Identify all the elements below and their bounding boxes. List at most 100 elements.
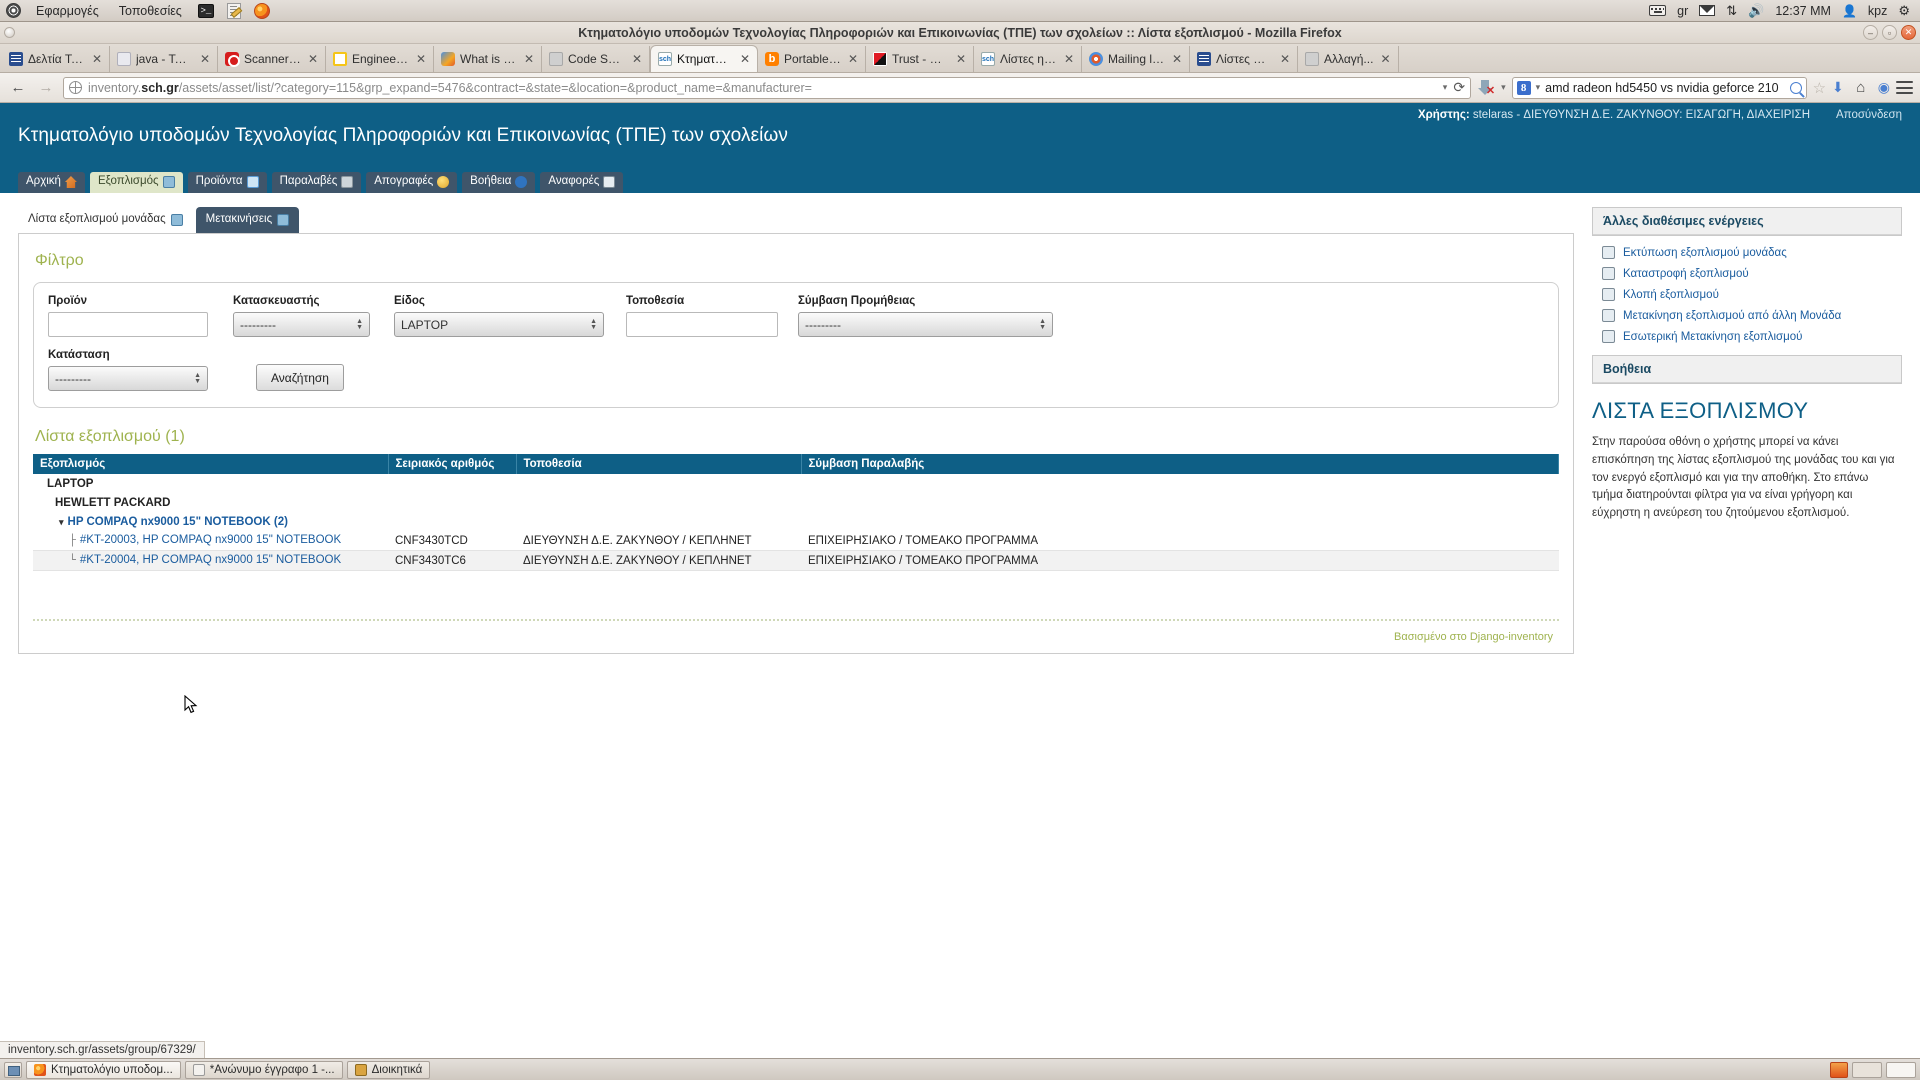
logout-link[interactable]: Αποσύνδεση: [1836, 109, 1902, 121]
search-bar[interactable]: 8 ▾ amd radeon hd5450 vs nvidia geforce …: [1511, 76, 1807, 99]
table-group-label[interactable]: HP COMPAQ nx9000 15" NOTEBOOK (2): [68, 516, 288, 528]
terminal-icon[interactable]: >_: [197, 2, 215, 20]
forward-button[interactable]: →: [35, 77, 57, 99]
tab-close-icon[interactable]: ✕: [632, 52, 642, 66]
col-serial[interactable]: Σειριακός αριθμός: [388, 454, 517, 474]
session-user-label[interactable]: kpz: [1868, 4, 1887, 18]
tab-close-icon[interactable]: ✕: [524, 52, 534, 66]
manufacturer-select[interactable]: --------- ▲ ▼: [233, 312, 370, 337]
search-button[interactable]: Αναζήτηση: [256, 364, 344, 391]
browser-tab[interactable]: Λίστες Ηλ... ✕: [1190, 46, 1298, 72]
taskbar-item[interactable]: *Ανώνυμο έγγραφο 1 -...: [184, 1060, 343, 1079]
home-icon[interactable]: ⌂: [1850, 77, 1872, 99]
browser-tab[interactable]: Κτηματολόγι... ✕: [650, 45, 758, 72]
state-select[interactable]: --------- ▲ ▼: [48, 366, 208, 391]
url-dropdown-icon[interactable]: ▾: [1443, 82, 1448, 93]
contract-select[interactable]: --------- ▲ ▼: [798, 312, 1053, 337]
search-input[interactable]: amd radeon hd5450 vs nvidia geforce 210: [1545, 81, 1784, 95]
browser-tab[interactable]: Scanner (J... ✕: [218, 46, 326, 72]
tab-close-icon[interactable]: ✕: [956, 52, 966, 66]
bookmark-icon[interactable]: ☆: [1813, 79, 1826, 97]
minimize-button[interactable]: –: [1863, 25, 1878, 40]
tab-close-icon[interactable]: ✕: [1280, 52, 1290, 66]
keyboard-icon[interactable]: [1649, 5, 1667, 16]
browser-tab[interactable]: What is Jo... ✕: [434, 46, 542, 72]
browser-tab[interactable]: Engineeri... ✕: [326, 46, 434, 72]
window-menu-icon[interactable]: [4, 27, 15, 38]
equipment-link[interactable]: #KT-20004, HP COMPAQ nx9000 15" NOTEBOOK: [80, 554, 341, 566]
tab-close-icon[interactable]: ✕: [1380, 52, 1390, 66]
sidebar-action-label[interactable]: Κλοπή εξοπλισμού: [1623, 289, 1719, 301]
nav-tab-1[interactable]: Εξοπλισμός: [89, 172, 183, 193]
search-engine-icon[interactable]: 8: [1516, 80, 1531, 95]
browser-tab[interactable]: Mailing lis... ✕: [1082, 46, 1190, 72]
tab-close-icon[interactable]: ✕: [92, 52, 102, 66]
sidebar-action-1[interactable]: Καταστροφή εξοπλισμού: [1600, 263, 1894, 284]
col-equipment[interactable]: Εξοπλισμός: [33, 454, 389, 474]
back-button[interactable]: ←: [7, 77, 29, 99]
sidebar-action-label[interactable]: Καταστροφή εξοπλισμού: [1623, 268, 1749, 280]
network-icon[interactable]: ⇅: [1726, 3, 1737, 19]
nav-tab-3[interactable]: Παραλαβές: [271, 172, 362, 193]
sidebar-action-0[interactable]: Εκτύπωση εξοπλισμού μονάδας: [1600, 242, 1894, 263]
applications-menu[interactable]: Εφαρμογές: [31, 3, 104, 19]
browser-tab[interactable]: Αλλαγή... ✕: [1298, 46, 1399, 72]
kind-select[interactable]: LAPTOP ▲ ▼: [394, 312, 604, 337]
nav-tab-5[interactable]: Βοήθεια: [462, 172, 536, 193]
workspace-1[interactable]: [1852, 1061, 1882, 1078]
volume-icon[interactable]: 🔊: [1748, 3, 1764, 19]
user-icon[interactable]: 👤: [1842, 4, 1857, 18]
tab-close-icon[interactable]: ✕: [200, 52, 210, 66]
browser-tab[interactable]: Code School -... ✕: [542, 46, 650, 72]
search-engine-dropdown-icon[interactable]: ▾: [1536, 82, 1541, 93]
browser-tab[interactable]: Portable ... ✕: [758, 46, 866, 72]
maximize-button[interactable]: ▫: [1882, 25, 1897, 40]
browser-tab[interactable]: Δελτία Τε... ✕: [2, 46, 110, 72]
chevron-down-icon[interactable]: ▾: [59, 517, 64, 527]
gedit-icon[interactable]: [225, 2, 243, 20]
sub-tab-1[interactable]: Μετακινήσεις: [195, 207, 300, 233]
show-desktop-button[interactable]: [4, 1061, 22, 1078]
sub-tab-0[interactable]: Λίστα εξοπλισμού μονάδας: [18, 207, 193, 233]
browser-tab[interactable]: Trust - Dig... ✕: [866, 46, 974, 72]
sidebar-action-label[interactable]: Εσωτερική Μετακίνηση εξοπλισμού: [1623, 331, 1802, 343]
nav-tab-0[interactable]: Αρχική: [18, 172, 85, 193]
tab-close-icon[interactable]: ✕: [1172, 52, 1182, 66]
clock[interactable]: 12:37 ΜΜ: [1775, 4, 1831, 18]
sidebar-action-3[interactable]: Μετακίνηση εξοπλισμού από άλλη Μονάδα: [1600, 305, 1894, 326]
close-button[interactable]: ✕: [1901, 25, 1916, 40]
gear-icon[interactable]: ⚙: [1898, 3, 1910, 19]
taskbar-firefox-icon[interactable]: [1830, 1061, 1848, 1078]
reload-icon[interactable]: ⟳: [1453, 79, 1465, 96]
ubuntu-logo-icon[interactable]: [6, 3, 21, 18]
equipment-link[interactable]: #KT-20003, HP COMPAQ nx9000 15" NOTEBOOK: [80, 534, 341, 546]
sidebar-action-4[interactable]: Εσωτερική Μετακίνηση εξοπλισμού: [1600, 326, 1894, 347]
firefox-launcher-icon[interactable]: [253, 2, 271, 20]
taskbar-item[interactable]: Κτηματολόγιο υποδομ...: [26, 1060, 181, 1079]
search-icon[interactable]: [1789, 81, 1802, 94]
mail-icon[interactable]: [1699, 5, 1716, 16]
workspace-2[interactable]: [1886, 1061, 1916, 1078]
browser-tab[interactable]: Λίστες ηλε... ✕: [974, 46, 1082, 72]
keyboard-layout-label[interactable]: gr: [1677, 4, 1688, 18]
sidebar-action-label[interactable]: Μετακίνηση εξοπλισμού από άλλη Μονάδα: [1623, 310, 1841, 322]
tab-close-icon[interactable]: ✕: [1064, 52, 1074, 66]
nav-tab-4[interactable]: Απογραφές: [366, 172, 458, 193]
places-menu[interactable]: Τοποθεσίες: [114, 3, 187, 19]
nav-tab-6[interactable]: Αναφορές: [540, 172, 624, 193]
tab-close-icon[interactable]: ✕: [848, 52, 858, 66]
col-contract[interactable]: Σύμβαση Παραλαβής: [801, 454, 1559, 474]
sidebar-action-2[interactable]: Κλοπή εξοπλισμού: [1600, 284, 1894, 305]
browser-tab[interactable]: java - Take... ✕: [110, 46, 218, 72]
tab-close-icon[interactable]: ✕: [740, 52, 750, 66]
downloads-dropdown-icon[interactable]: ▾: [1501, 82, 1506, 93]
nav-tab-2[interactable]: Προϊόντα: [187, 172, 267, 193]
tab-close-icon[interactable]: ✕: [416, 52, 426, 66]
taskbar-item[interactable]: Διοικητικά: [346, 1060, 431, 1079]
sync-icon[interactable]: ◉: [1878, 79, 1890, 96]
pocket-icon[interactable]: ⬇: [1832, 79, 1844, 96]
tab-close-icon[interactable]: ✕: [308, 52, 318, 66]
location-input[interactable]: [626, 312, 778, 337]
table-row[interactable]: ├ #KT-20003, HP COMPAQ nx9000 15" NOTEBOO…: [33, 531, 1559, 551]
col-location[interactable]: Τοποθεσία: [516, 454, 802, 474]
